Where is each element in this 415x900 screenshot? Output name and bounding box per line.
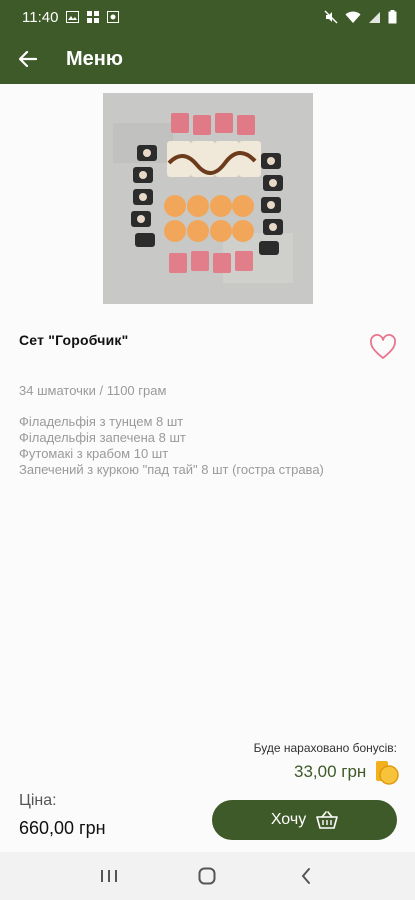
favorite-button[interactable] bbox=[369, 334, 397, 360]
ingredient-item: Футомакі з крабом 10 шт bbox=[19, 446, 169, 461]
back-button[interactable] bbox=[0, 34, 56, 84]
back-nav-button[interactable] bbox=[282, 856, 330, 896]
chevron-left-icon bbox=[301, 868, 310, 884]
recents-button[interactable] bbox=[85, 856, 133, 896]
battery-icon bbox=[388, 10, 397, 24]
grid-icon bbox=[87, 11, 100, 23]
bonus-label: Буде нараховано бонусів: bbox=[253, 741, 397, 755]
heart-icon bbox=[370, 334, 396, 359]
price-value: 660,00 грн bbox=[19, 818, 106, 838]
arrow-left-icon bbox=[19, 51, 37, 67]
gallery-icon bbox=[66, 11, 80, 23]
app-bar: Меню bbox=[0, 34, 415, 84]
price-label: Ціна: bbox=[19, 792, 57, 809]
basket-icon bbox=[316, 811, 338, 829]
want-button-label: Хочу bbox=[270, 811, 307, 828]
app-notification-icon bbox=[107, 11, 120, 23]
ingredient-item: Запечений з куркою "пад тай" 8 шт (гостр… bbox=[19, 462, 324, 477]
status-bar: 11:40 bbox=[0, 0, 415, 34]
system-nav-bar bbox=[0, 852, 415, 900]
status-time: 11:40 bbox=[22, 8, 59, 26]
product-weight: 34 шматочки / 1100 грам bbox=[19, 383, 167, 398]
ingredient-item: Філадельфія запечена 8 шт bbox=[19, 430, 186, 445]
page-title: Меню bbox=[66, 47, 123, 70]
product-title: Сет "Горобчик" bbox=[19, 332, 129, 348]
mute-icon bbox=[324, 10, 338, 24]
bonus-value: 33,00 грн bbox=[294, 762, 367, 781]
coin-icon bbox=[376, 761, 399, 785]
home-icon bbox=[198, 867, 216, 885]
product-image bbox=[103, 93, 313, 304]
wifi-icon bbox=[345, 11, 361, 23]
want-button[interactable]: Хочу bbox=[212, 800, 397, 840]
ingredient-item: Філадельфія з тунцем 8 шт bbox=[19, 414, 184, 429]
home-button[interactable] bbox=[183, 856, 231, 896]
signal-icon bbox=[369, 11, 380, 23]
ingredient-list: Філадельфія з тунцем 8 шт Філадельфія за… bbox=[19, 414, 324, 478]
recents-icon bbox=[101, 870, 118, 882]
